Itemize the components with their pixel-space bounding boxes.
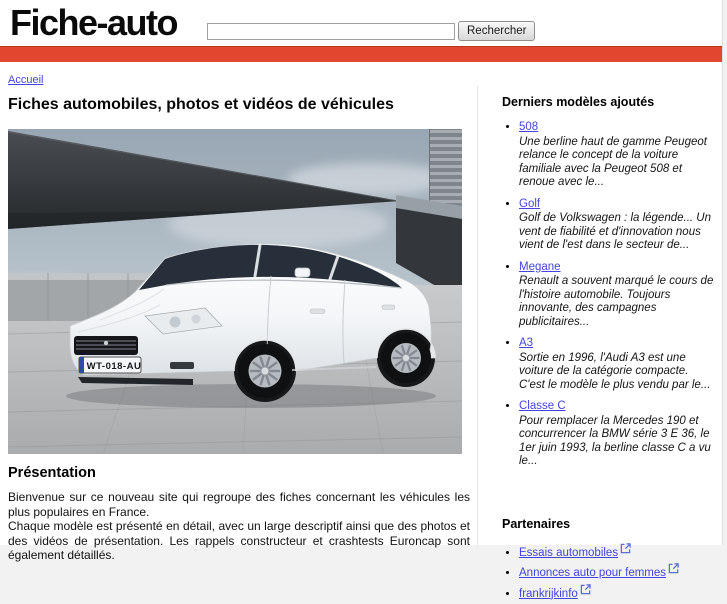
presentation-text: Bienvenue sur ce nouveau site qui regrou… <box>8 490 470 563</box>
grille <box>74 336 138 355</box>
model-list-item: A3 Sortie en 1996, l'Audi A3 est une voi… <box>519 337 717 392</box>
car-photo-illustration: WT-018-AU <box>8 129 462 454</box>
external-link-icon <box>668 563 679 574</box>
model-link-a3[interactable]: A3 <box>519 337 533 349</box>
accent-bar <box>0 46 722 62</box>
partners-list: Essais automobiles Annonces auto pour fe… <box>502 542 717 602</box>
model-list-item: Classe C Pour remplacer la Mercedes 190 … <box>519 400 717 469</box>
page-title: Fiches automobiles, photos et vidéos de … <box>8 96 394 113</box>
presentation-paragraph: Chaque modèle est présenté en détail, av… <box>8 519 470 562</box>
car-photo: WT-018-AU <box>8 129 462 454</box>
foglight <box>170 362 194 369</box>
front-wheel <box>238 344 292 398</box>
main-content: Fiches automobiles, photos et vidéos de … <box>8 88 470 563</box>
model-link-golf[interactable]: Golf <box>519 198 540 210</box>
search-button[interactable]: Rechercher <box>458 21 536 41</box>
license-plate-group: WT-018-AU <box>78 356 142 374</box>
model-link-508[interactable]: 508 <box>519 121 538 133</box>
model-description: Golf de Volkswagen : la légende... Un ve… <box>519 212 711 251</box>
search-input[interactable] <box>207 23 455 40</box>
partners-title: Partenaires <box>502 516 571 531</box>
partner-link-essais-automobiles[interactable]: Essais automobiles <box>519 547 618 559</box>
page: Fiche-auto Rechercher Accueil Fiches aut… <box>0 0 723 600</box>
site-logo: Fiche-auto <box>10 2 179 43</box>
model-description: Renault a souvent marqué le cours de l'h… <box>519 275 714 328</box>
latest-models-list: 508 Une berline haut de gamme Peugeot re… <box>502 121 717 469</box>
model-description: Pour remplacer la Mercedes 190 et concur… <box>519 414 711 468</box>
side-mirror <box>294 267 311 278</box>
model-link-classe-c[interactable]: Classe C <box>519 400 566 412</box>
presentation-paragraph: Bienvenue sur ce nouveau site qui regrou… <box>8 490 470 519</box>
partner-link-annonces-auto[interactable]: Annonces auto pour femmes <box>519 567 666 579</box>
partner-list-item: frankrijkinfo <box>519 583 717 602</box>
presentation-title: Présentation <box>8 465 96 481</box>
model-list-item: Golf Golf de Volkswagen : la légende... … <box>519 198 717 253</box>
partner-link-frankrijkinfo[interactable]: frankrijkinfo <box>519 588 578 600</box>
model-list-item: Megane Renault a souvent marqué le cours… <box>519 261 717 330</box>
breadcrumb-home-link[interactable]: Accueil <box>8 74 43 86</box>
external-link-icon <box>620 542 631 554</box>
breadcrumb: Accueil <box>8 74 722 86</box>
model-description: Une berline haut de gamme Peugeot relanc… <box>519 135 707 189</box>
partner-list-item: Annonces auto pour femmes <box>519 563 717 581</box>
model-link-megane[interactable]: Megane <box>519 261 561 273</box>
model-description: Sortie en 1996, l'Audi A3 est une voitur… <box>519 351 711 391</box>
column-divider <box>477 86 478 545</box>
latest-models-title: Derniers modèles ajoutés <box>502 95 655 109</box>
rear-wheel <box>381 333 431 383</box>
partner-list-item: Essais automobiles <box>519 542 717 561</box>
model-list-item: 508 Une berline haut de gamme Peugeot re… <box>519 121 717 190</box>
sidebar: Derniers modèles ajoutés 508 Une berline… <box>502 88 717 604</box>
license-plate: WT-018-AU <box>87 361 142 372</box>
header: Fiche-auto Rechercher <box>0 0 722 46</box>
external-link-icon <box>580 583 591 595</box>
